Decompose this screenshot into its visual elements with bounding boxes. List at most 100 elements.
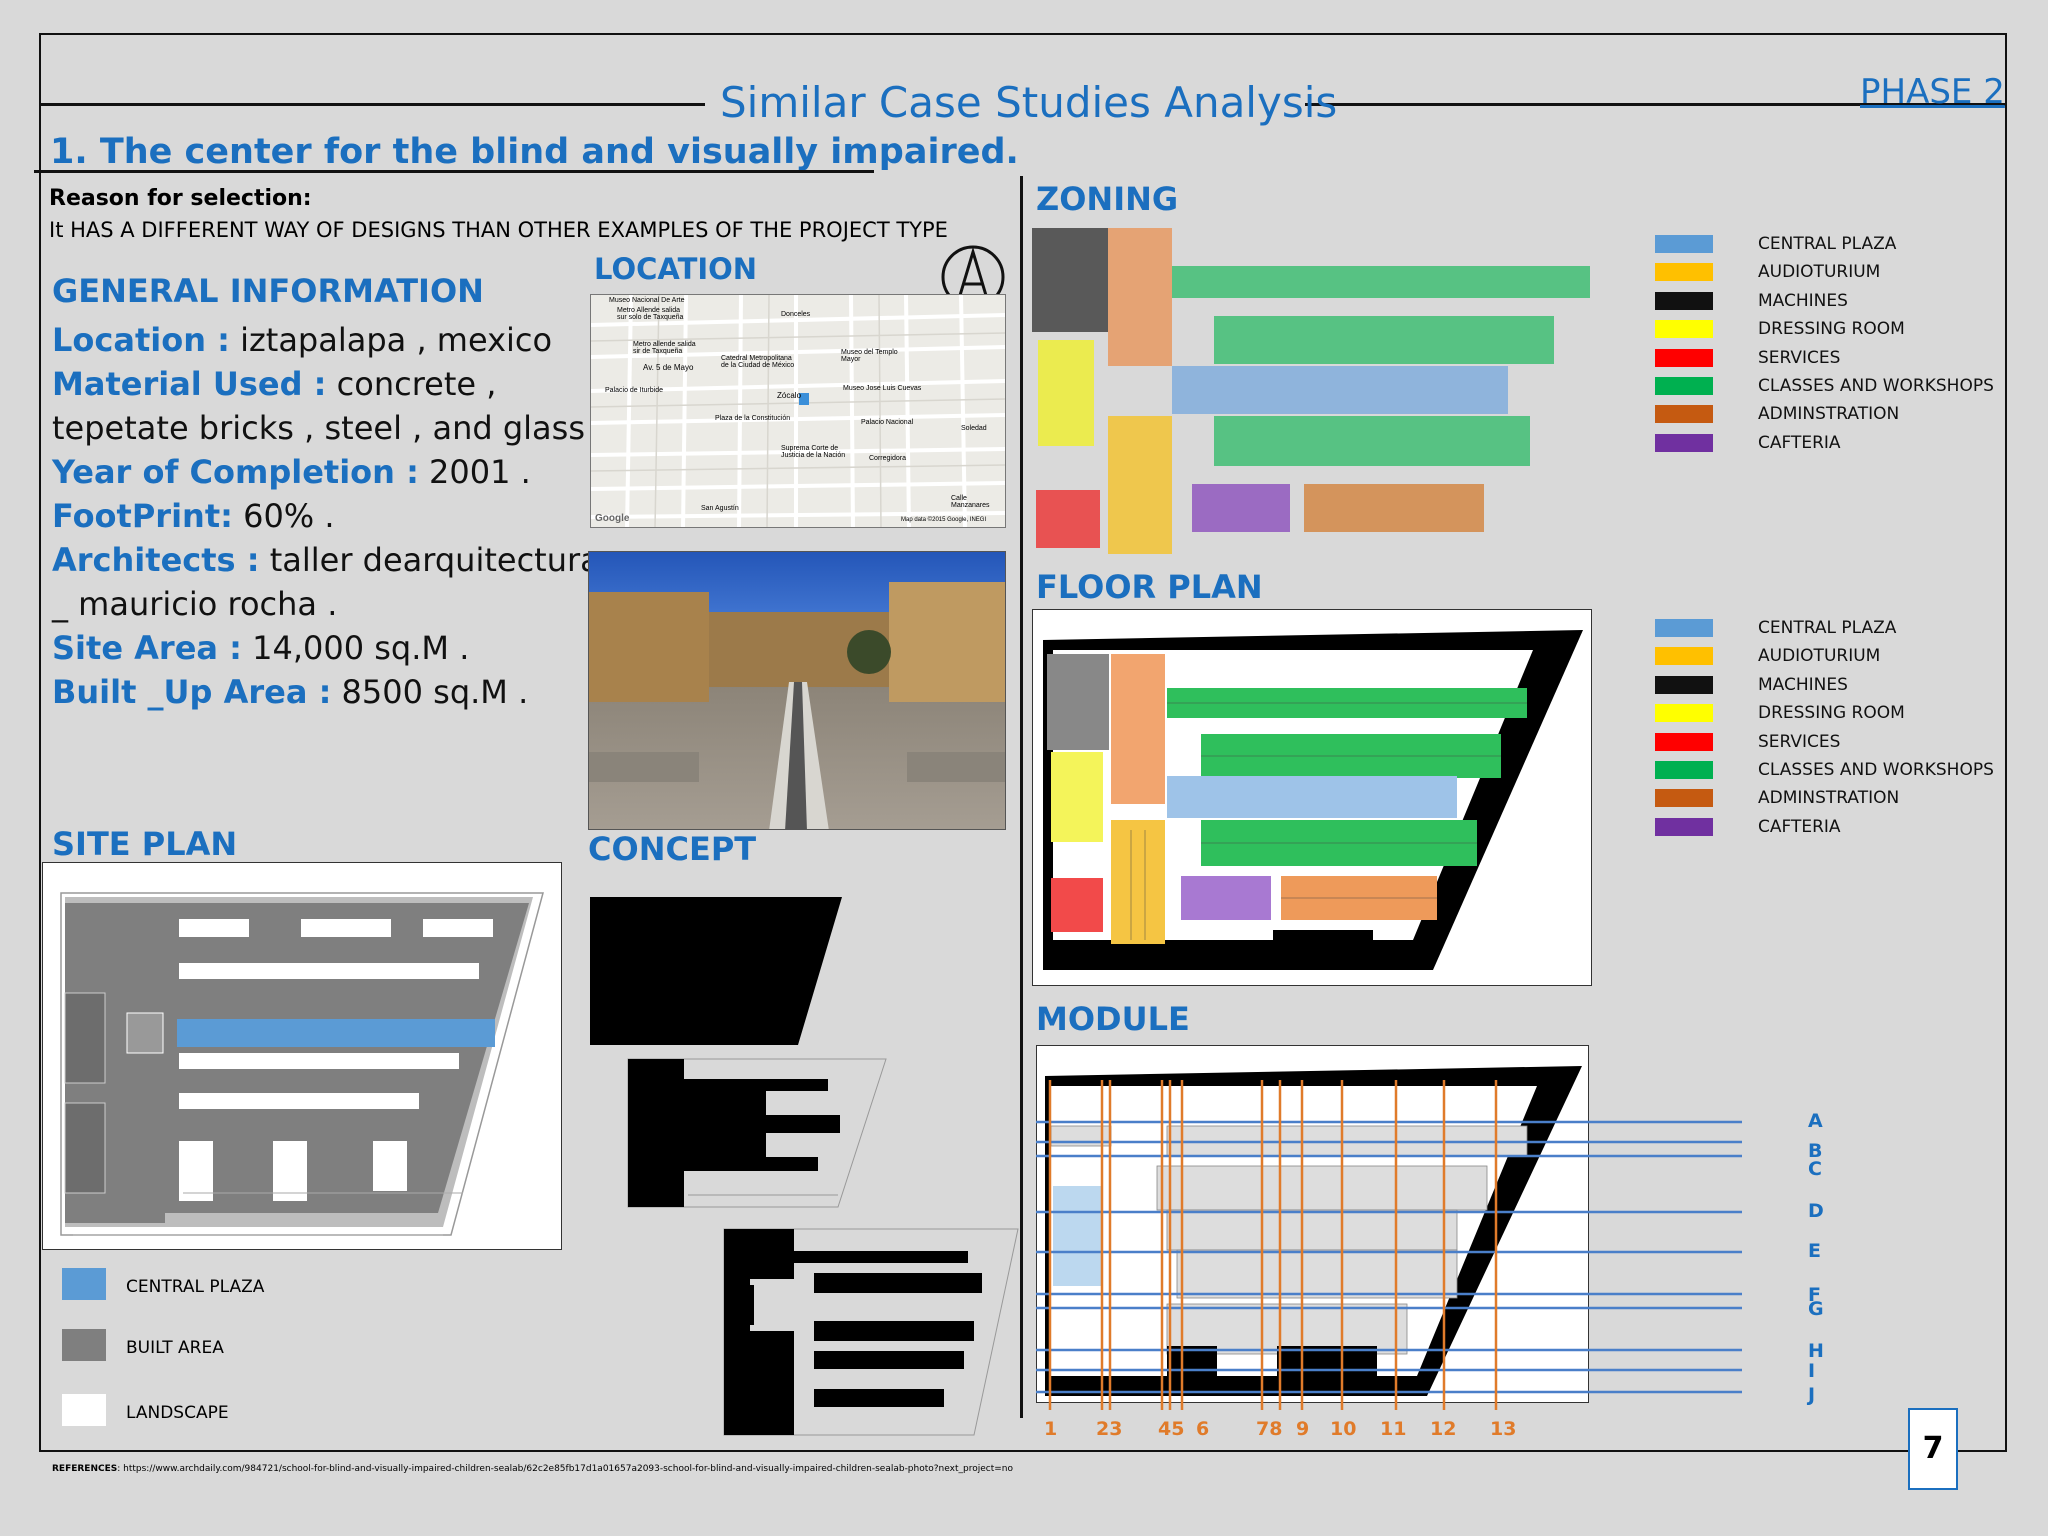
legend-label: BUILT AREA — [126, 1338, 224, 1358]
legend-swatch — [1655, 376, 1713, 395]
references-label: REFERENCES — [52, 1464, 118, 1474]
legend-row: AUDIOTURIUM — [1655, 259, 2015, 287]
map-label: Calle Manzanares — [951, 495, 990, 509]
floor-plan-shapes — [1043, 630, 1583, 970]
grid-column-label: 10 — [1330, 1418, 1357, 1440]
legend-swatch — [1655, 647, 1713, 666]
reason-text: It HAS A DIFFERENT WAY OF DESIGNS THAN O… — [49, 218, 948, 242]
module-heading: MODULE — [1036, 1000, 1190, 1038]
legend-label: LANDSCAPE — [126, 1403, 229, 1423]
grid-column-label: 45 — [1158, 1418, 1185, 1440]
legend-label: MACHINES — [1758, 674, 1848, 695]
map-streets — [591, 295, 1005, 527]
legend-label: CENTRAL PLAZA — [1758, 234, 1897, 254]
floor-plan-heading: FLOOR PLAN — [1036, 568, 1263, 606]
legend-row: MACHINES — [1655, 288, 2015, 316]
map-label: Metro Allende salida sur solo de Taxqueñ… — [617, 307, 684, 321]
legend-row: CAFTERIA — [1655, 814, 2015, 842]
legend-swatch — [1655, 619, 1713, 637]
legend-row: SERVICES — [1655, 345, 2015, 373]
grid-row-label: E — [1808, 1240, 1821, 1262]
legend-label: CAFTERIA — [1758, 816, 1841, 837]
info-architects: Architects : taller dearquitectura _ mau… — [52, 541, 600, 623]
courtyard-photo — [588, 551, 1006, 830]
legend-row: DRESSING ROOM — [1655, 316, 2015, 344]
column-divider — [1020, 176, 1023, 1418]
legend-row: CENTRAL PLAZA — [1655, 231, 2015, 259]
map-label: San Agustín — [701, 505, 739, 512]
grid-column-label: 11 — [1380, 1418, 1407, 1440]
legend-swatch — [62, 1329, 106, 1361]
map-label: Soledad — [961, 425, 987, 432]
info-year: Year of Completion : 2001 . — [52, 453, 531, 491]
legend-label: CENTRAL PLAZA — [1758, 618, 1897, 638]
legend-swatch — [1655, 405, 1713, 424]
legend-swatch — [1655, 263, 1713, 282]
legend-swatch — [1655, 760, 1713, 779]
site-plan-heading: SITE PLAN — [52, 825, 238, 863]
legend-label: MACHINES — [1758, 290, 1848, 311]
phase-label: PHASE 2 — [1860, 72, 2005, 112]
legend-label: CLASSES AND WORKSHOPS — [1758, 759, 1994, 780]
grid-row-label: I — [1808, 1360, 1816, 1382]
grid-column-label: 12 — [1430, 1418, 1457, 1440]
grid-column-label: 9 — [1296, 1418, 1310, 1440]
legend-swatch — [1655, 789, 1713, 808]
legend-swatch — [62, 1394, 106, 1426]
location-heading: LOCATION — [594, 252, 758, 286]
legend-swatch — [1655, 291, 1713, 310]
page-title: Similar Case Studies Analysis — [720, 78, 1338, 127]
grid-column-label: 6 — [1196, 1418, 1210, 1440]
floor-plan-drawing — [1032, 609, 1592, 986]
map-google-logo: Google — [595, 513, 630, 524]
grid-row-label: J — [1808, 1384, 1816, 1406]
info-built-area: Built _Up Area : 8500 sq.M . — [52, 673, 529, 711]
photo-drawing — [589, 582, 1005, 829]
map-label: Palacio de Iturbide — [605, 387, 663, 394]
heading-underline — [34, 170, 874, 173]
legend-swatch — [62, 1268, 106, 1300]
legend-row: ADMINSTRATION — [1655, 401, 2015, 429]
grid-row-label: D — [1808, 1200, 1824, 1222]
legend-label: AUDIOTURIUM — [1758, 646, 1881, 667]
legend-label: SERVICES — [1758, 731, 1841, 752]
grid-row-label: H — [1808, 1340, 1824, 1362]
grid-column-label: 78 — [1256, 1418, 1283, 1440]
legend-label: CENTRAL PLAZA — [126, 1277, 265, 1297]
legend-row: AUDIOTURIUM — [1655, 643, 2015, 671]
legend-row: ADMINSTRATION — [1655, 785, 2015, 813]
legend-label: DRESSING ROOM — [1758, 319, 1905, 340]
legend-row: CENTRAL PLAZA — [1655, 615, 2015, 643]
map-label: Suprema Corte de Justicia de la Nación — [781, 445, 846, 459]
map-label: Plaza de la Constitución — [715, 415, 791, 422]
legend-label: CAFTERIA — [1758, 432, 1841, 453]
legend-row: DRESSING ROOM — [1655, 700, 2015, 728]
info-site-area: Site Area : 14,000 sq.M . — [52, 629, 470, 667]
site-plan-shapes — [60, 892, 544, 1236]
site-plan-drawing — [42, 862, 562, 1250]
general-info: Location : iztapalapa , mexico Material … — [52, 318, 612, 714]
legend-row: CLASSES AND WORKSHOPS — [1655, 757, 2015, 785]
legend-label: AUDIOTURIUM — [1758, 262, 1881, 283]
grid-row-label: A — [1808, 1110, 1823, 1132]
legend-label: CLASSES AND WORKSHOPS — [1758, 375, 1994, 396]
legend-label: SERVICES — [1758, 347, 1841, 368]
floor-plan-legend: CENTRAL PLAZA AUDIOTURIUM MACHINES DRESS… — [1655, 615, 2015, 842]
references-url[interactable]: : https://www.archdaily.com/984721/schoo… — [117, 1464, 1013, 1474]
legend-swatch — [1655, 320, 1713, 339]
project-heading: 1. The center for the blind and visually… — [50, 132, 1019, 172]
map-label: Palacio Nacional — [861, 419, 914, 426]
legend-row: SERVICES — [1655, 729, 2015, 757]
map-label: Museo del Templo Mayor — [841, 349, 898, 363]
info-footprint: FootPrint: 60% . — [52, 497, 335, 535]
legend-row: MACHINES — [1655, 672, 2015, 700]
legend-swatch — [1655, 235, 1713, 253]
map-label: Av. 5 de Mayo — [643, 363, 694, 372]
map-label: Museo Jose Luis Cuevas — [843, 385, 922, 392]
map-credit: Map data ©2015 Google, INEGI — [901, 517, 987, 523]
references: REFERENCES: https://www.archdaily.com/98… — [52, 1464, 1013, 1474]
legend-row: CLASSES AND WORKSHOPS — [1655, 373, 2015, 401]
zoning-heading: ZONING — [1036, 180, 1179, 218]
legend-label: DRESSING ROOM — [1758, 703, 1905, 724]
map-label: Corregidora — [869, 455, 906, 462]
